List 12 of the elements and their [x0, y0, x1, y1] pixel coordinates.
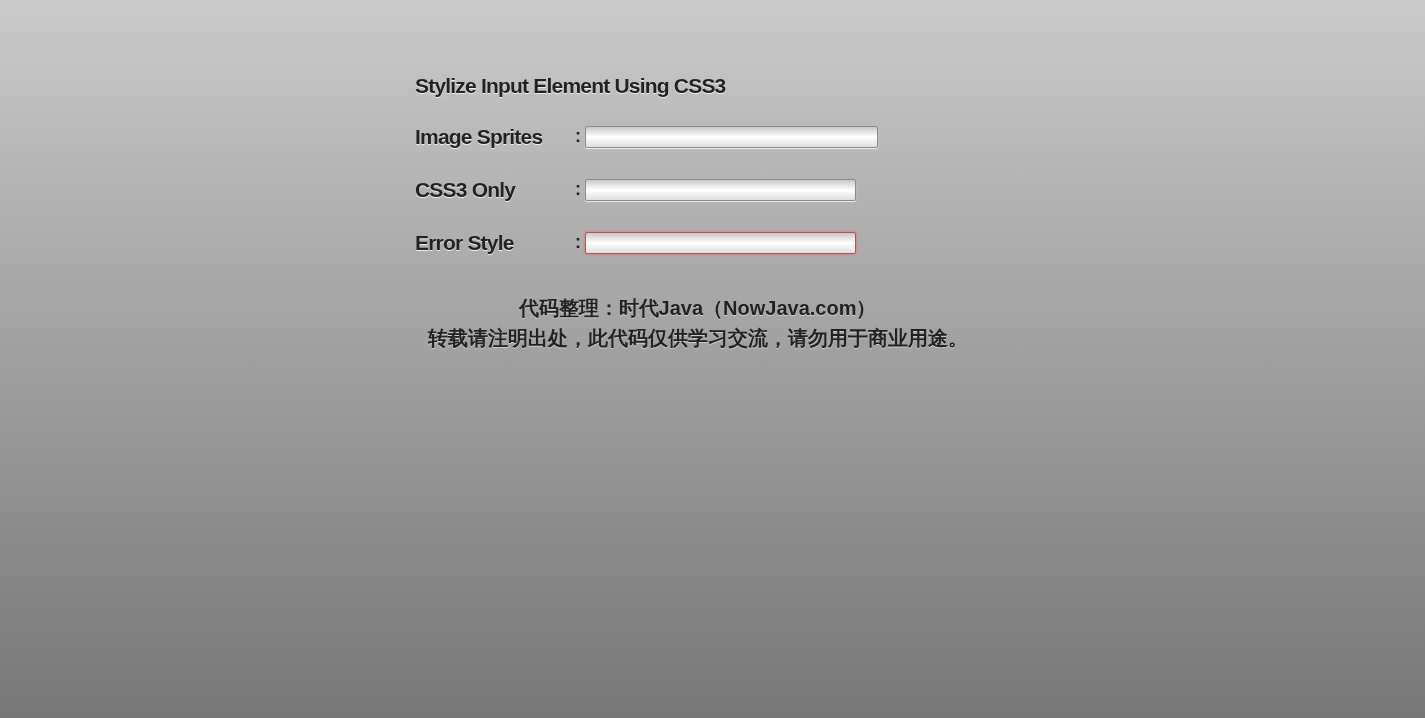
input-field[interactable]	[585, 125, 878, 148]
field-label: Error Style	[415, 229, 515, 256]
input-field[interactable]	[585, 231, 856, 254]
input-field[interactable]	[585, 178, 856, 201]
colon: :	[575, 231, 582, 254]
page-title: Stylize Input Element Using CSS3	[415, 73, 726, 99]
colon: :	[575, 178, 582, 201]
credit-text: 代码整理：时代Java（NowJava.com）	[518, 295, 877, 321]
colon: :	[575, 125, 582, 148]
field-label: Image Sprites	[415, 123, 544, 150]
credit-text: 转载请注明出处，此代码仅供学习交流，请勿用于商业用途。	[427, 325, 968, 351]
field-label: CSS3 Only	[415, 176, 517, 203]
